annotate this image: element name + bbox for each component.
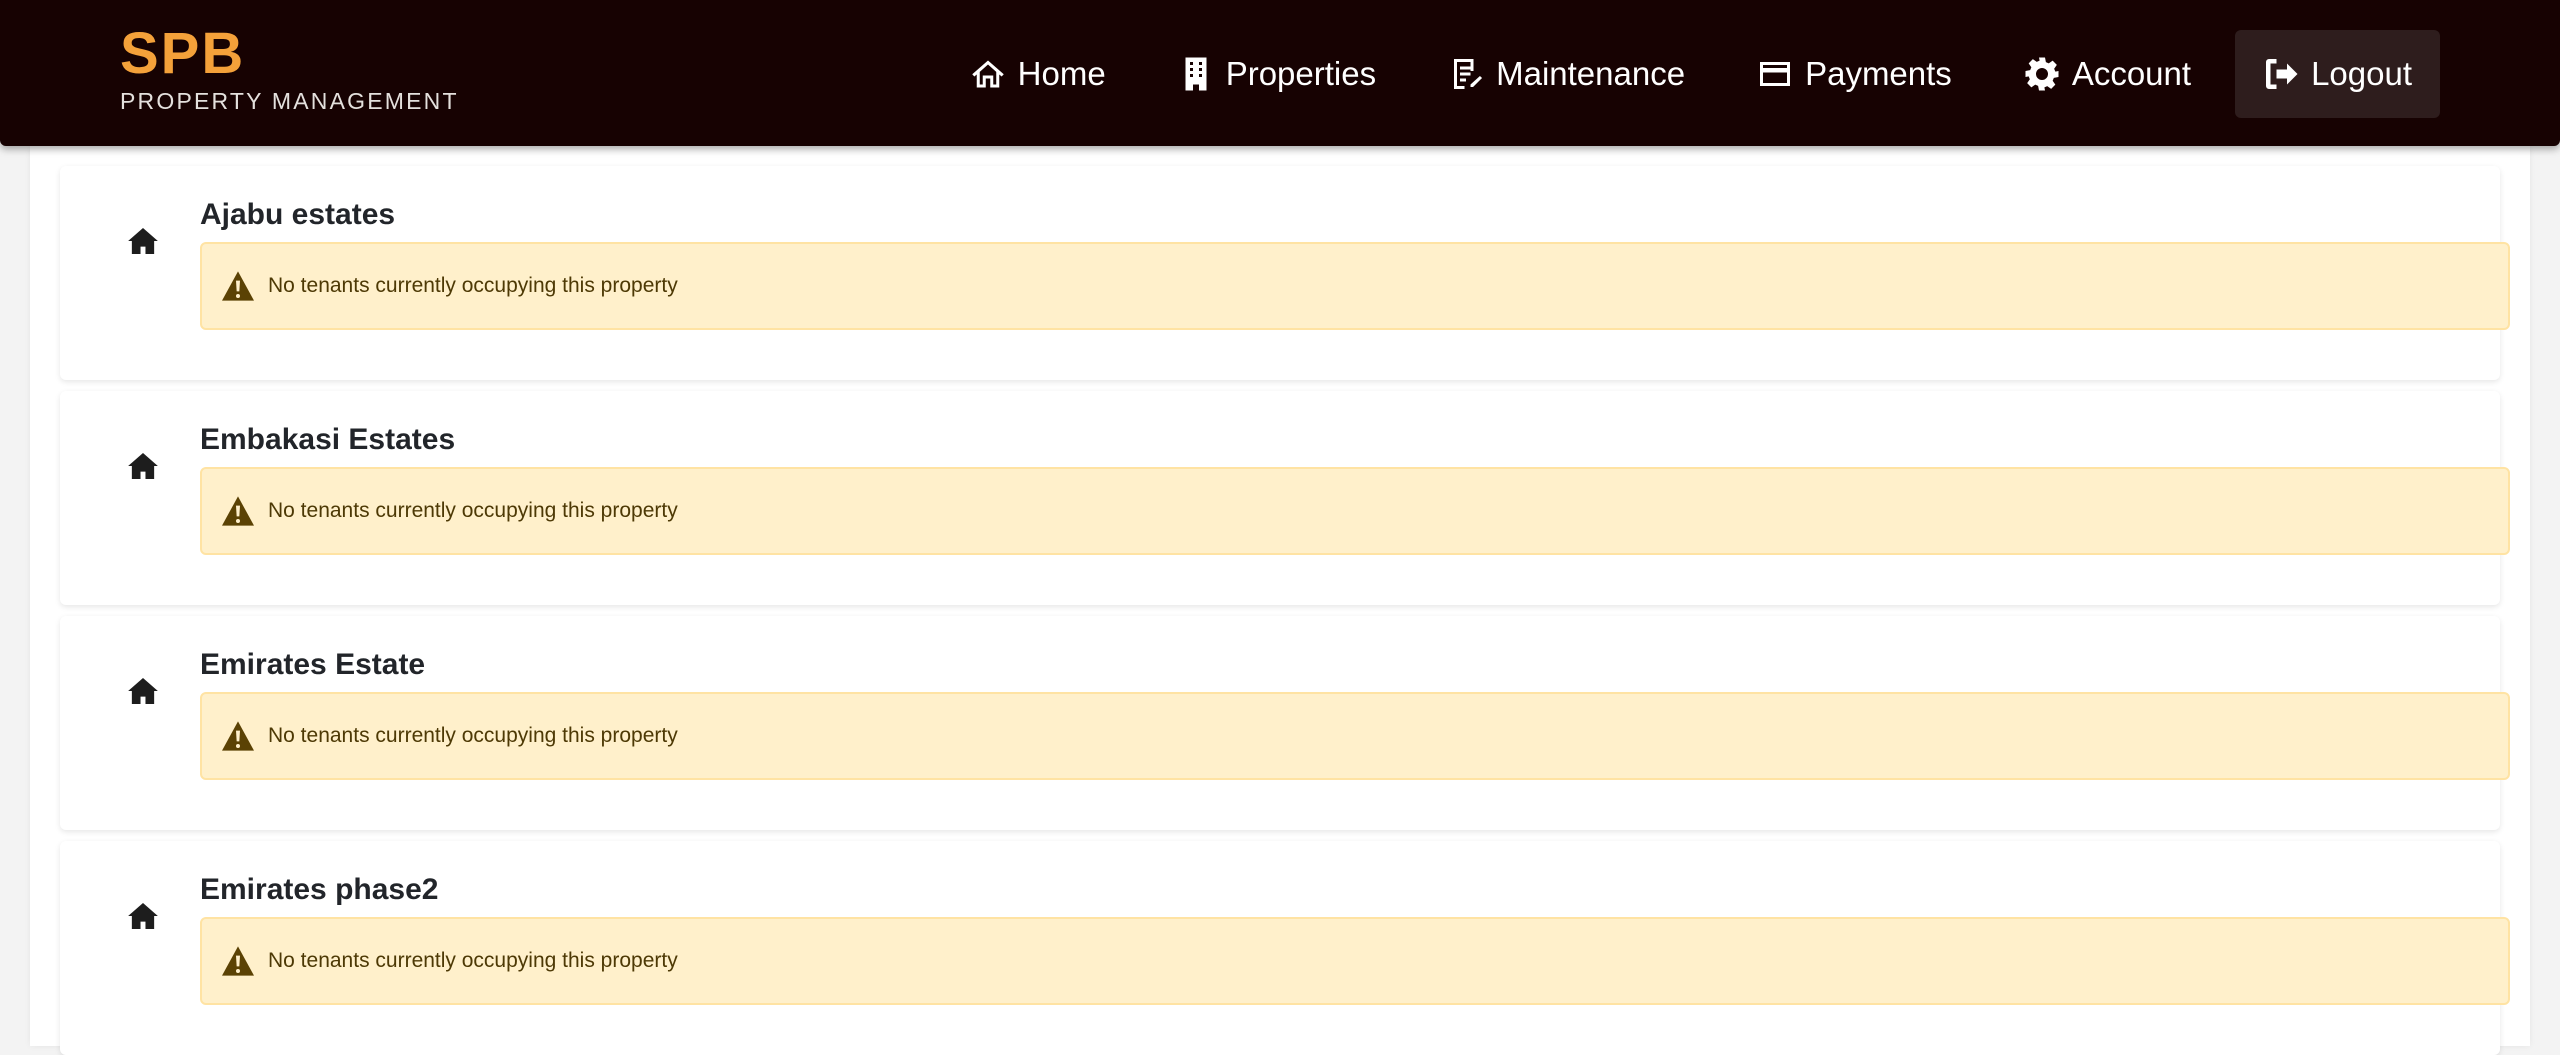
nav-home[interactable]: Home bbox=[942, 30, 1134, 118]
nav-properties[interactable]: Properties bbox=[1150, 30, 1404, 118]
logout-label: Logout bbox=[2311, 55, 2412, 92]
property-card: Ajabu estates No tenants currently occup… bbox=[60, 166, 2510, 380]
property-name: Emirates phase2 bbox=[200, 873, 439, 906]
property-name: Emirates Estate bbox=[200, 648, 426, 681]
alert-message: No tenants currently occupying this prop… bbox=[268, 499, 678, 522]
no-tenants-alert: No tenants currently occupying this prop… bbox=[200, 917, 2510, 1005]
property-name: Embakasi Estates bbox=[200, 423, 456, 456]
nav-properties-label: Properties bbox=[1225, 55, 1377, 92]
warning-icon bbox=[222, 721, 254, 751]
brand-subtitle: PROPERTY MANAGEMENT bbox=[120, 88, 459, 114]
no-tenants-alert: No tenants currently occupying this prop… bbox=[200, 692, 2510, 780]
home-icon bbox=[128, 453, 158, 479]
alert-message: No tenants currently occupying this prop… bbox=[268, 949, 678, 972]
home-icon bbox=[128, 903, 158, 929]
warning-icon bbox=[222, 946, 254, 976]
building-icon bbox=[1185, 57, 1207, 91]
property-card: Emirates Estate No tenants currently occ… bbox=[60, 616, 2510, 830]
brand-logo[interactable]: SPB PROPERTY MANAGEMENT bbox=[120, 24, 459, 115]
home-icon bbox=[128, 678, 158, 704]
nav-payments[interactable]: Payments bbox=[1729, 30, 1980, 118]
main-nav: Home Properties Maintenance Payments Acc… bbox=[926, 30, 2440, 118]
property-name: Ajabu estates bbox=[200, 198, 396, 231]
alert-message: No tenants currently occupying this prop… bbox=[268, 274, 678, 297]
logout-button[interactable]: Logout bbox=[2235, 30, 2440, 118]
nav-maintenance[interactable]: Maintenance bbox=[1420, 30, 1713, 118]
logout-icon bbox=[2266, 59, 2298, 89]
brand-name: SPB bbox=[120, 21, 246, 86]
alert-message: No tenants currently occupying this prop… bbox=[268, 724, 678, 747]
warning-icon bbox=[222, 271, 254, 301]
no-tenants-alert: No tenants currently occupying this prop… bbox=[200, 242, 2510, 330]
gear-icon bbox=[2025, 57, 2059, 91]
edit-document-icon bbox=[1454, 59, 1483, 89]
nav-account-label: Account bbox=[2071, 55, 2192, 92]
property-card: Emirates phase2 No tenants currently occ… bbox=[60, 841, 2510, 1055]
nav-maintenance-label: Maintenance bbox=[1496, 55, 1686, 92]
home-icon bbox=[971, 60, 1004, 88]
nav-home-label: Home bbox=[1017, 55, 1106, 92]
credit-card-icon bbox=[1760, 62, 1791, 86]
property-list: Ajabu estates No tenants currently occup… bbox=[30, 146, 2530, 1055]
top-navbar: SPB PROPERTY MANAGEMENT Home Properties … bbox=[0, 0, 2560, 146]
nav-account[interactable]: Account bbox=[1996, 30, 2219, 118]
home-icon bbox=[128, 228, 158, 254]
property-card: Embakasi Estates No tenants currently oc… bbox=[60, 391, 2510, 605]
nav-payments-label: Payments bbox=[1805, 55, 1952, 92]
no-tenants-alert: No tenants currently occupying this prop… bbox=[200, 467, 2510, 555]
warning-icon bbox=[222, 496, 254, 526]
